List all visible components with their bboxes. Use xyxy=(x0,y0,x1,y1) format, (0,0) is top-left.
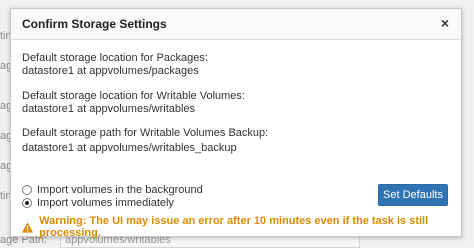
close-icon[interactable]: × xyxy=(439,16,451,30)
packages-location-label: Default storage location for Packages: xyxy=(22,52,208,64)
writables-location-label: Default storage location for Writable Vo… xyxy=(22,90,245,102)
warning-text: Warning: The UI may issue an error after… xyxy=(39,215,429,239)
import-background-label: Import volumes in the background xyxy=(37,184,203,196)
dialog-header: Confirm Storage Settings × xyxy=(11,9,461,40)
dialog-title: Confirm Storage Settings xyxy=(22,17,167,31)
backup-path-label: Default storage path for Writable Volume… xyxy=(22,127,269,139)
import-immediately-option[interactable]: Import volumes immediately xyxy=(22,197,174,209)
set-defaults-button[interactable]: Set Defaults xyxy=(378,184,448,206)
import-background-radio[interactable] xyxy=(22,185,32,195)
import-immediately-label: Import volumes immediately xyxy=(37,197,174,209)
packages-location-value: datastore1 at appvolumes/packages xyxy=(22,65,199,77)
import-immediately-radio[interactable] xyxy=(22,198,32,208)
warning-triangle-icon xyxy=(22,221,34,233)
confirm-storage-dialog: Confirm Storage Settings × Default stora… xyxy=(10,8,462,239)
packages-location-group: Default storage location for Packages: d… xyxy=(22,52,208,78)
import-background-option[interactable]: Import volumes in the background xyxy=(22,184,203,196)
writables-location-group: Default storage location for Writable Vo… xyxy=(22,90,245,116)
writables-location-value: datastore1 at appvolumes/writables xyxy=(22,103,196,115)
warning-message: Warning: The UI may issue an error after… xyxy=(22,215,461,239)
backup-path-value: datastore1 at appvolumes/writables_backu… xyxy=(22,142,237,154)
backup-path-group: Default storage path for Writable Volume… xyxy=(22,127,268,155)
